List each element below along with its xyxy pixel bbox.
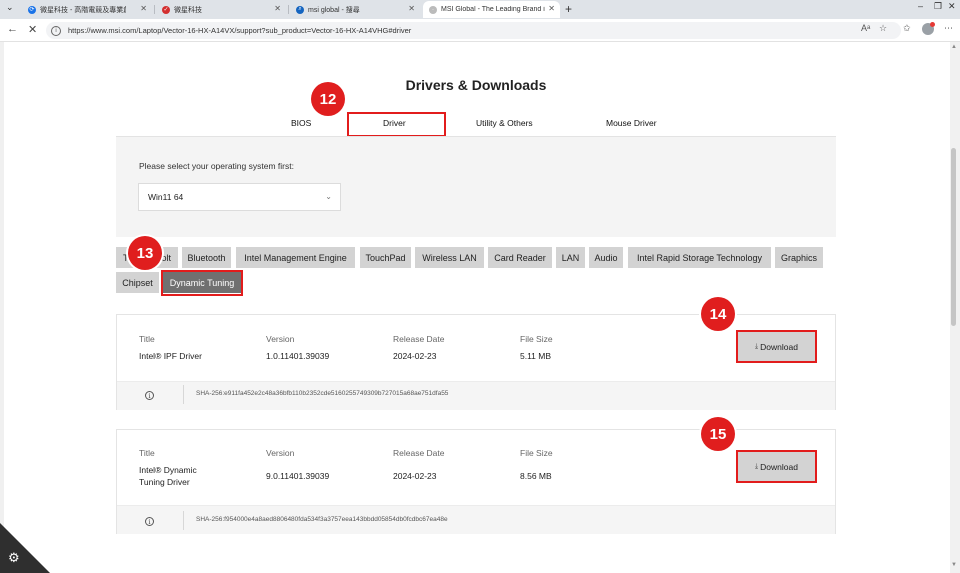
tab-label: 微星科技 - 高階電競及專業創作筆電	[40, 6, 126, 14]
chevron-down-icon: ⌄	[325, 192, 332, 201]
driver-tab-highlight	[347, 112, 446, 137]
version-header: Version	[266, 448, 295, 458]
dynamic-tuning-highlight	[161, 270, 243, 296]
release-date-header: Release Date	[393, 448, 445, 458]
download-icon: ⤓	[755, 342, 759, 350]
search-favicon-icon: ⌕	[296, 5, 304, 14]
category-card-reader[interactable]: Card Reader	[488, 247, 552, 268]
tab-label: msi global - 搜尋	[308, 6, 360, 14]
category-chipset[interactable]: Chipset	[116, 272, 159, 293]
download-button-dynamic-tuning[interactable]: ⤓ Download	[736, 450, 817, 483]
driver-version: 1.0.11401.39039	[266, 351, 330, 361]
title-header: Title	[139, 334, 155, 344]
maximize-icon[interactable]: ❐	[934, 1, 942, 12]
category-audio[interactable]: Audio	[589, 247, 623, 268]
driver-release-date: 2024-02-23	[393, 471, 437, 481]
address-toolbar: ← ✕ i https://www.msi.com/Laptop/Vector-…	[0, 19, 960, 42]
sha-hash: SHA-256:e911fa452e2c48a36bfb110b2352cde5…	[196, 390, 449, 397]
close-tab-icon[interactable]: ✕	[548, 4, 555, 13]
msi-favicon-icon: ⟳	[28, 5, 36, 14]
info-icon[interactable]: i	[145, 391, 154, 400]
scroll-down-icon[interactable]: ▼	[951, 562, 957, 568]
sha-hash: SHA-256:f954000e4a8aed8806480fda534f3a37…	[196, 516, 448, 523]
favorite-icon[interactable]: ☆	[879, 23, 887, 34]
back-icon[interactable]: ←	[7, 23, 18, 35]
notification-dot	[930, 22, 935, 27]
download-label: Download	[760, 341, 798, 352]
gear-icon[interactable]: ⚙	[8, 550, 20, 566]
download-label: Download	[760, 461, 798, 472]
version-header: Version	[266, 334, 295, 344]
page-info-icon[interactable]: i	[51, 25, 61, 36]
tab-bios[interactable]: BIOS	[291, 118, 311, 128]
browser-tab-2[interactable]: ✓ 微星科技 ✕	[156, 1, 286, 18]
info-icon[interactable]: i	[145, 517, 154, 526]
title-header: Title	[139, 448, 155, 458]
url-text: https://www.msi.com/Laptop/Vector-16-HX-…	[68, 26, 412, 35]
read-aloud-icon[interactable]: Aᵃ	[861, 23, 870, 33]
file-size-header: File Size	[520, 334, 553, 344]
tab-label: MSI Global - The Leading Brand in	[441, 6, 545, 13]
tab-actions-icon[interactable]: ⌄	[6, 2, 14, 13]
scroll-up-icon[interactable]: ▲	[951, 44, 957, 50]
driver-file-size: 5.11 MB	[520, 351, 552, 361]
download-button-ipf[interactable]: ⤓ Download	[736, 330, 817, 363]
browser-tab-3[interactable]: ⌕ msi global - 搜尋 ✕	[290, 1, 420, 18]
os-select[interactable]: Win11 64 ⌄	[138, 183, 341, 211]
category-lan[interactable]: LAN	[556, 247, 585, 268]
step-badge-12: 12	[311, 82, 345, 116]
os-label: Please select your operating system firs…	[139, 161, 294, 171]
step-badge-15: 15	[701, 417, 735, 451]
minimize-icon[interactable]: –	[918, 1, 923, 11]
divider	[183, 385, 184, 404]
tab-label: 微星科技	[174, 6, 202, 14]
file-size-header: File Size	[520, 448, 553, 458]
step-badge-13: 13	[128, 236, 162, 270]
page-title: Drivers & Downloads	[405, 77, 547, 93]
divider	[183, 511, 184, 530]
stop-loading-icon[interactable]: ✕	[28, 23, 37, 36]
category-graphics[interactable]: Graphics	[775, 247, 823, 268]
download-icon: ⤓	[755, 462, 759, 470]
category-bluetooth[interactable]: Bluetooth	[182, 247, 231, 268]
driver-file-size: 8.56 MB	[520, 471, 552, 481]
more-icon[interactable]: ⋯	[944, 23, 953, 34]
browser-tab-1[interactable]: ⟳ 微星科技 - 高階電競及專業創作筆電 ✕	[22, 1, 152, 18]
msi-shield-favicon-icon: ✓	[162, 5, 170, 14]
scrollbar-thumb[interactable]	[951, 148, 956, 326]
browser-tab-strip: ⌄ ⟳ 微星科技 - 高階電競及專業創作筆電 ✕ ✓ 微星科技 ✕ ⌕ msi …	[0, 0, 960, 19]
os-select-value: Win11 64	[148, 192, 184, 202]
close-tab-icon[interactable]: ✕	[274, 4, 281, 13]
close-tab-icon[interactable]: ✕	[140, 4, 147, 13]
category-wireless-lan[interactable]: Wireless LAN	[415, 247, 484, 268]
new-tab-button[interactable]: +	[565, 2, 572, 16]
tab-utility[interactable]: Utility & Others	[476, 118, 533, 128]
driver-title: Intel® IPF Driver	[139, 351, 202, 361]
category-intel-management-engine[interactable]: Intel Management Engine	[236, 247, 355, 268]
category-intel-rapid-storage[interactable]: Intel Rapid Storage Technology	[628, 247, 771, 268]
page-favicon-icon: ·	[429, 5, 437, 14]
tab-mouse-driver[interactable]: Mouse Driver	[606, 118, 657, 128]
step-badge-14: 14	[701, 297, 735, 331]
close-window-icon[interactable]: ✕	[948, 1, 956, 12]
driver-version: 9.0.11401.39039	[266, 471, 330, 481]
release-date-header: Release Date	[393, 334, 445, 344]
category-touchpad[interactable]: TouchPad	[360, 247, 411, 268]
url-field[interactable]: i https://www.msi.com/Laptop/Vector-16-H…	[46, 22, 901, 39]
driver-title-line2: Tuning Driver	[139, 477, 190, 487]
driver-title-line1: Intel® Dynamic	[139, 465, 197, 475]
favorites-bar-icon[interactable]: ✩	[903, 23, 911, 34]
browser-tab-active[interactable]: · MSI Global - The Leading Brand in ✕	[423, 1, 560, 18]
driver-release-date: 2024-02-23	[393, 351, 437, 361]
close-tab-icon[interactable]: ✕	[408, 4, 415, 13]
